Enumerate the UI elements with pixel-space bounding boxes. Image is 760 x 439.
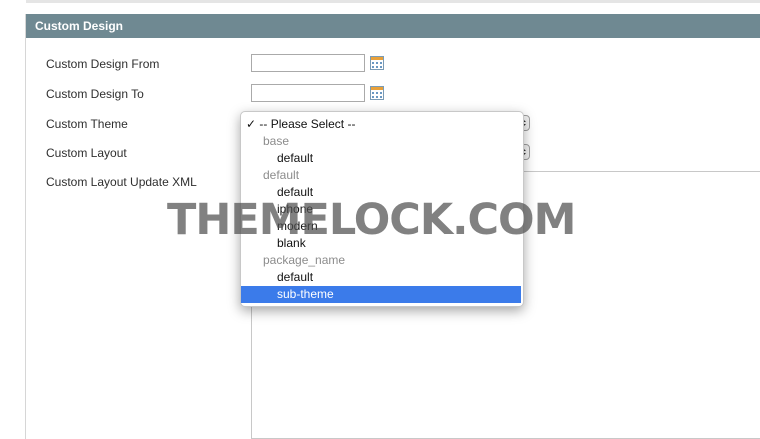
option-base-default[interactable]: default: [241, 150, 521, 167]
design-to-label: Custom Design To: [46, 87, 144, 101]
custom-layout-label: Custom Layout: [46, 146, 127, 160]
section-header: Custom Design: [26, 14, 760, 38]
optgroup-base: base: [263, 134, 290, 148]
checkmark-icon: ✓: [246, 117, 257, 131]
option-sub-theme[interactable]: sub-theme: [241, 286, 521, 303]
option-please-select[interactable]: ✓ -- Please Select --: [241, 116, 521, 133]
layout-xml-label: Custom Layout Update XML: [46, 175, 197, 189]
watermark: THEMELOCK.COM: [167, 195, 576, 245]
option-package-default[interactable]: default: [241, 269, 521, 286]
design-from-label: Custom Design From: [46, 57, 160, 71]
top-divider: [26, 0, 760, 3]
calendar-icon[interactable]: [370, 86, 384, 100]
design-to-input[interactable]: [251, 84, 365, 102]
calendar-icon[interactable]: [370, 56, 384, 70]
optgroup-package-name: package_name: [263, 253, 346, 267]
custom-theme-label: Custom Theme: [46, 117, 128, 131]
optgroup-default: default: [263, 168, 300, 182]
design-from-input[interactable]: [251, 54, 365, 72]
